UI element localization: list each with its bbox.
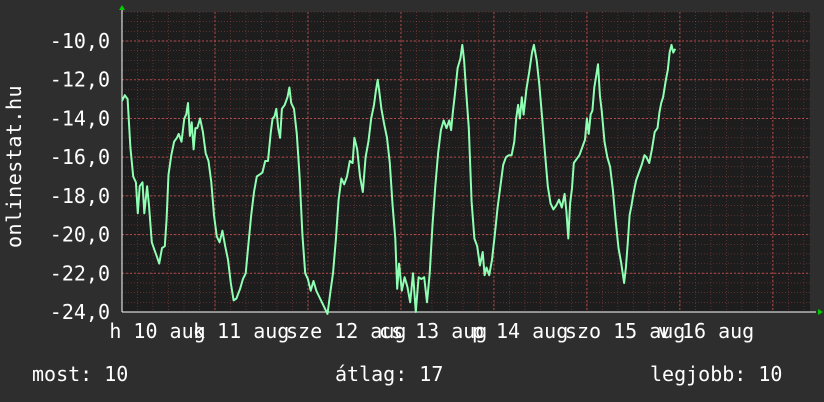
x-tick-label: p 14 aug — [472, 319, 568, 343]
y-tick-label: -16,0 — [50, 145, 110, 169]
x-tick-label: v 16 aug — [658, 319, 754, 343]
stat-best-label: legjobb: — [650, 362, 747, 386]
stat-current: most: 10 — [32, 362, 128, 386]
stat-average-value: 17 — [419, 362, 444, 386]
x-axis-arrow-icon — [818, 309, 823, 315]
stat-current-label: most: — [32, 362, 93, 386]
temperature-chart: -24,0 -22,0 -20,0 -18,0 -16,0 -14,0 -12,0 -10,0… — [50, 5, 823, 343]
stat-current-value: 10 — [104, 362, 129, 386]
y-tick-label: -12,0 — [50, 68, 110, 92]
y-tick-label: -14,0 — [50, 106, 110, 130]
y-tick-label: -10,0 — [50, 29, 110, 53]
plot-area — [122, 12, 810, 312]
x-tick-label: h 10 aug — [109, 319, 205, 343]
y-tick-label: -24,0 — [50, 300, 110, 324]
x-tick-label: k 11 aug — [193, 319, 289, 343]
y-tick-label: -18,0 — [50, 184, 110, 208]
graph-panel: -24,0 -22,0 -20,0 -18,0 -16,0 -14,0 -12,0 -10,0… — [0, 0, 824, 402]
y-axis-arrow-icon — [119, 5, 125, 10]
stat-average: átlag: 17 — [335, 362, 443, 386]
stat-average-label: átlag: — [335, 362, 408, 386]
stat-best-value: 10 — [758, 362, 783, 386]
stat-best: legjobb: 10 — [650, 362, 782, 386]
y-tick-label: -20,0 — [50, 223, 110, 247]
y-tick-label: -22,0 — [50, 261, 110, 285]
watermark-text: onlinestat.hu — [2, 84, 26, 248]
